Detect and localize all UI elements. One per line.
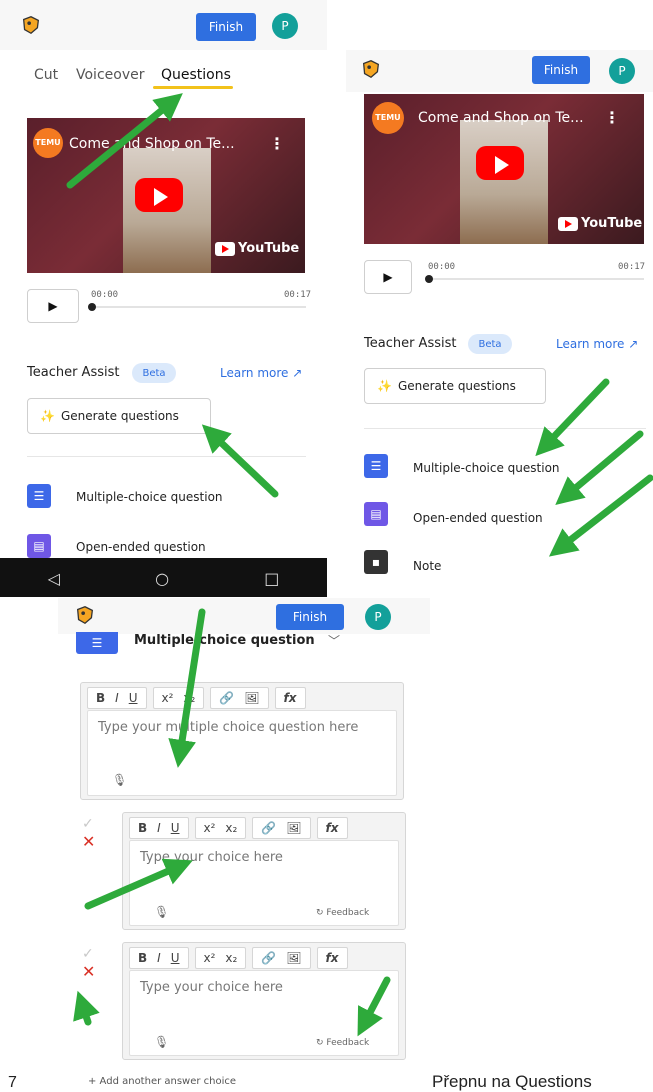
arrow: [66, 93, 183, 189]
arrow: [168, 608, 206, 768]
arrow: [84, 858, 193, 910]
arrow: [73, 990, 100, 1026]
arrow: [357, 976, 391, 1037]
arrow: [535, 378, 610, 457]
arrow: [555, 430, 644, 505]
arrow: [201, 424, 279, 498]
annotation-arrows: [66, 93, 653, 1037]
